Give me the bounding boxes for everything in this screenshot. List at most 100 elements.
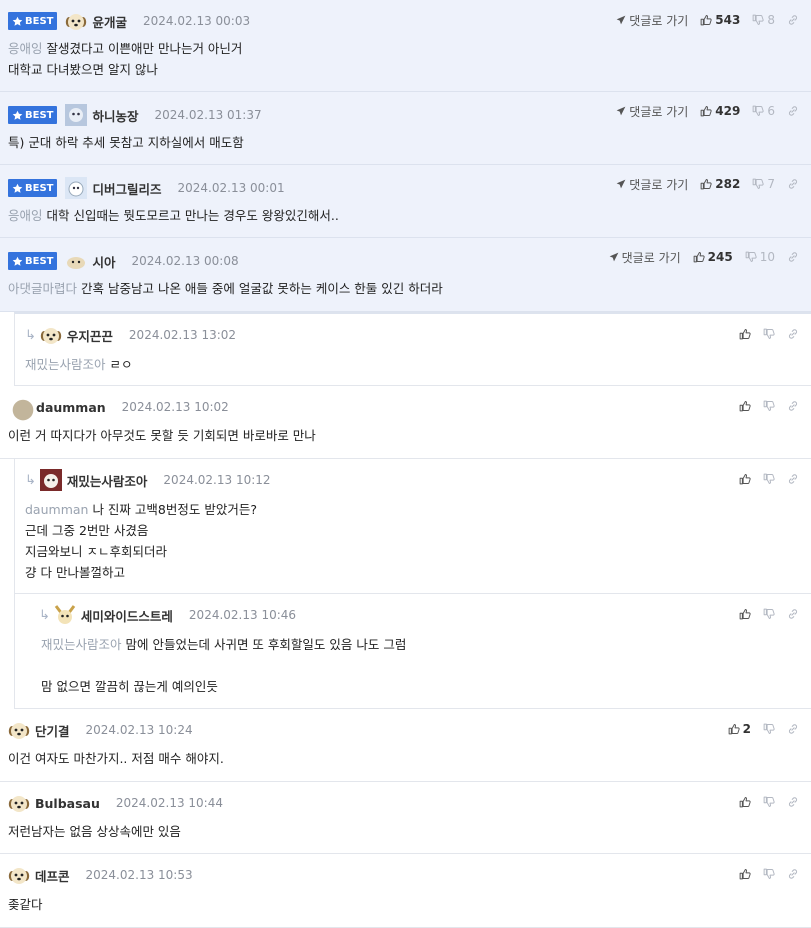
- best-badge: BEST: [8, 252, 58, 270]
- reply-arrow-icon: ↳: [39, 607, 50, 623]
- avatar[interactable]: [65, 104, 88, 126]
- downvote-button[interactable]: [763, 328, 775, 340]
- thumbs-down-icon: [752, 105, 764, 117]
- comment-item: Bulbasau 2024.02.13 10:44 저런남자는 없음 상상속에만…: [0, 782, 811, 854]
- upvote-count: 429: [715, 104, 741, 118]
- mention[interactable]: 재밌는사람조아: [25, 357, 106, 372]
- comment-date: 2024.02.13 00:01: [177, 181, 285, 195]
- thumbs-up-icon: [693, 251, 705, 263]
- avatar[interactable]: [39, 469, 62, 491]
- mention[interactable]: 재밌는사람조아: [41, 637, 122, 652]
- thumbs-down-icon: [763, 796, 775, 808]
- upvote-button[interactable]: 429: [700, 104, 740, 118]
- share-link-button[interactable]: [787, 796, 799, 808]
- comment-item: ↳ 세미와이드스트레 2024.02.13 10:46 재밌는사람조아 맘에 안들…: [14, 594, 811, 709]
- downvote-button[interactable]: 6: [752, 104, 775, 118]
- upvote-button[interactable]: [739, 328, 751, 340]
- comment-author[interactable]: 우지끈끈: [67, 326, 113, 345]
- mention[interactable]: daumman: [25, 502, 88, 517]
- comment-item: daumman 2024.02.13 10:02 이런 거 따지다가 아무것도 …: [0, 386, 811, 459]
- downvote-button[interactable]: 8: [752, 13, 775, 27]
- mention[interactable]: 아댓글마렵다: [8, 281, 77, 296]
- comment-author[interactable]: daumman: [36, 400, 106, 415]
- share-link-button[interactable]: [787, 400, 799, 412]
- thumbs-up-icon: [739, 868, 751, 880]
- upvote-button[interactable]: [739, 400, 751, 412]
- thumbs-up-icon: [739, 328, 751, 340]
- share-link-button[interactable]: [787, 473, 799, 485]
- mention[interactable]: 응애잉: [8, 208, 43, 223]
- avatar[interactable]: [8, 719, 30, 741]
- link-icon: [787, 608, 799, 620]
- downvote-button[interactable]: [763, 723, 775, 735]
- goto-comment-button[interactable]: 댓글로 가기: [616, 176, 688, 193]
- share-link-button[interactable]: [787, 608, 799, 620]
- link-icon: [787, 105, 799, 117]
- upvote-button[interactable]: 282: [700, 177, 740, 191]
- goto-comment-button[interactable]: 댓글로 가기: [609, 249, 681, 266]
- downvote-button[interactable]: 7: [752, 177, 775, 191]
- comment-author[interactable]: 재밌는사람조아: [67, 471, 148, 490]
- comment-author[interactable]: 세미와이드스트레: [81, 606, 173, 625]
- downvote-button[interactable]: 10: [745, 250, 775, 264]
- upvote-button[interactable]: 245: [693, 250, 733, 264]
- best-badge-label: BEST: [25, 182, 54, 194]
- link-icon: [787, 473, 799, 485]
- reply-arrow-icon: ↳: [25, 472, 36, 488]
- comment-author[interactable]: 단기결: [35, 721, 70, 740]
- share-link-button[interactable]: [787, 251, 799, 263]
- comment-author[interactable]: 디버그릴리즈: [92, 179, 161, 198]
- goto-comment-button[interactable]: 댓글로 가기: [616, 103, 688, 120]
- avatar[interactable]: [65, 250, 87, 272]
- comment-author[interactable]: 데프콘: [35, 866, 70, 885]
- comment-date: 2024.02.13 10:24: [85, 723, 193, 737]
- downvote-button[interactable]: [763, 608, 775, 620]
- downvote-count: 10: [759, 250, 775, 264]
- avatar[interactable]: [65, 177, 88, 199]
- comment-text: 대학 신입때는 뭣도모르고 만나는 경우도 왕왕있긴해서..: [46, 208, 339, 223]
- downvote-button[interactable]: [763, 868, 775, 880]
- best-badge-label: BEST: [25, 15, 54, 27]
- upvote-button[interactable]: [739, 796, 751, 808]
- mention[interactable]: 응애잉: [8, 41, 43, 56]
- upvote-button[interactable]: 2: [728, 722, 751, 736]
- share-link-button[interactable]: [787, 328, 799, 340]
- upvote-count: 2: [742, 722, 751, 736]
- thumbs-down-icon: [763, 400, 775, 412]
- share-link-button[interactable]: [787, 105, 799, 117]
- link-icon: [787, 400, 799, 412]
- comment-date: 2024.02.13 10:02: [121, 400, 229, 414]
- comment-author[interactable]: 윤개굴: [92, 12, 127, 31]
- downvote-button[interactable]: [763, 796, 775, 808]
- share-link-button[interactable]: [787, 868, 799, 880]
- thumbs-down-icon: [745, 251, 757, 263]
- send-icon: [616, 15, 626, 25]
- thumbs-down-icon: [752, 14, 764, 26]
- avatar[interactable]: [40, 324, 62, 346]
- share-link-button[interactable]: [787, 14, 799, 26]
- avatar[interactable]: [65, 10, 87, 32]
- avatar[interactable]: [8, 792, 30, 814]
- avatar[interactable]: [12, 399, 34, 421]
- comment-author[interactable]: 시아: [92, 252, 115, 271]
- downvote-button[interactable]: [763, 400, 775, 412]
- share-link-button[interactable]: [787, 723, 799, 735]
- thumbs-down-icon: [763, 608, 775, 620]
- upvote-button[interactable]: [739, 473, 751, 485]
- upvote-button[interactable]: [739, 608, 751, 620]
- comment-item: BEST 시아 2024.02.13 00:08 댓글로 가기 245 10 아…: [0, 238, 811, 312]
- star-icon: [12, 256, 23, 267]
- star-icon: [12, 183, 23, 194]
- share-link-button[interactable]: [787, 178, 799, 190]
- upvote-button[interactable]: 543: [700, 13, 740, 27]
- avatar[interactable]: [54, 604, 76, 626]
- avatar[interactable]: [8, 864, 30, 886]
- comment-author[interactable]: Bulbasau: [35, 796, 100, 811]
- send-icon: [616, 106, 626, 116]
- comment-date: 2024.02.13 00:03: [143, 14, 251, 28]
- upvote-button[interactable]: [739, 868, 751, 880]
- comment-text: 잘생겼다고 이쁜애만 만나는거 아닌거 대학교 다녀봤으면 알지 않나: [8, 41, 243, 77]
- goto-comment-button[interactable]: 댓글로 가기: [616, 12, 688, 29]
- comment-author[interactable]: 하니농장: [92, 106, 138, 125]
- downvote-button[interactable]: [763, 473, 775, 485]
